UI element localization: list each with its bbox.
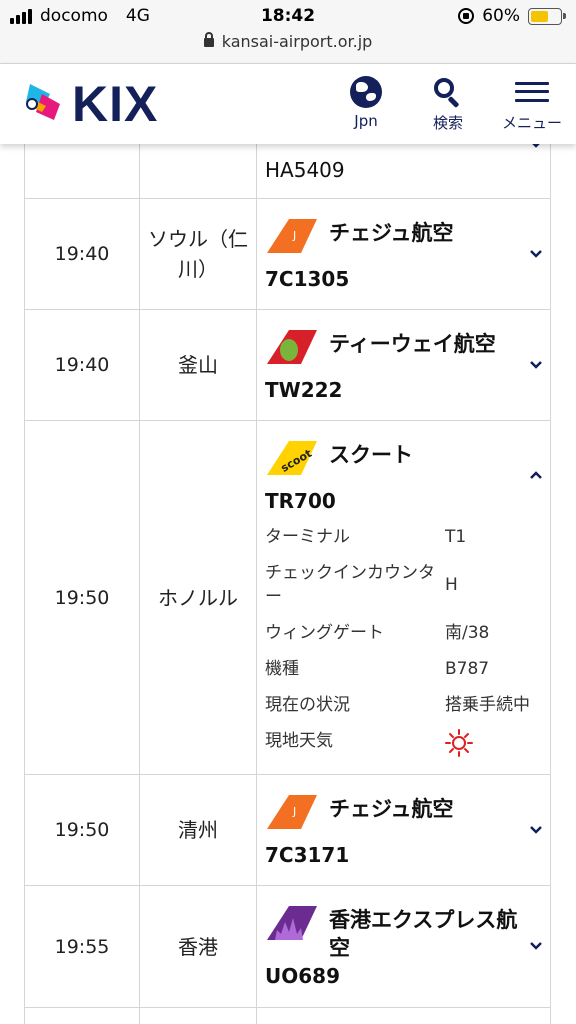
search-label: 検索 (432, 114, 463, 132)
url-text: kansai-airport.or.jp (221, 32, 373, 51)
departure-time: 19:40 (25, 310, 140, 420)
airline-name: チェジュ航空 (329, 221, 454, 245)
detail-row: チェックインカウンター H (265, 561, 555, 609)
detail-value: B787 (445, 659, 490, 679)
destination (140, 144, 257, 198)
departure-time: 19:40 (25, 199, 140, 309)
flight-row[interactable]: 19:55 香港 香港エクスプレス航空 UO689 (24, 886, 551, 1008)
jejuair-tail-icon: J (267, 219, 317, 253)
flight-details: ターミナル T1 チェックインカウンター H ウィングゲート 南/38 機種 B… (265, 525, 555, 769)
scoot-tail-icon: scoot (267, 441, 317, 475)
detail-key: 機種 (265, 659, 299, 679)
padlock-icon (203, 32, 214, 47)
battery-percent: 60% (482, 6, 520, 26)
search-icon (432, 76, 464, 109)
departure-time: 19:50 (25, 775, 140, 885)
airline-name: 香港エクスプレス航空 (329, 908, 518, 960)
language-label: Jpn (354, 112, 378, 130)
departure-time: 19:55 (25, 886, 140, 1007)
detail-key: ウィングゲート (265, 623, 384, 643)
address-bar[interactable]: kansai-airport.or.jp (0, 32, 576, 51)
svg-text:J: J (292, 229, 296, 242)
chevron-up-icon[interactable] (528, 467, 544, 483)
flight-row[interactable]: 19:50 清州 J チェジュ航空 7C3171 (24, 775, 551, 886)
detail-key: 現在の状況 (265, 695, 350, 715)
departures-table: HA5409 19:40 ソウル（仁川） J チェジュ航空 7C1305 19:… (24, 140, 551, 1024)
chevron-down-icon[interactable] (528, 822, 544, 838)
svg-text:J: J (292, 805, 296, 818)
airline-name: チェジュ航空 (329, 797, 454, 821)
chevron-down-icon[interactable] (528, 357, 544, 373)
flight-number: HA5409 (265, 158, 345, 182)
language-button[interactable]: Jpn (350, 76, 382, 130)
airline-name: スクート (329, 443, 413, 467)
flight-number: UO689 (265, 964, 340, 988)
hkexpress-tail-icon (267, 906, 317, 940)
menu-button[interactable]: メニュー (502, 76, 562, 133)
detail-row: ターミナル T1 (265, 525, 555, 549)
flight-row[interactable]: 19:40 ソウル（仁川） J チェジュ航空 7C1305 (24, 199, 551, 310)
tway-tail-icon (267, 330, 317, 364)
chevron-down-icon[interactable] (528, 938, 544, 954)
detail-key: 現地天気 (265, 731, 333, 751)
jejuair-tail-icon: J (267, 795, 317, 829)
site-header: KIX Jpn 検索 メニュー (0, 64, 576, 144)
detail-row: 機種 B787 (265, 657, 555, 681)
flight-number: 7C1305 (265, 267, 350, 291)
departure-time: 19:50 (25, 421, 140, 774)
destination: ソウル（仁川） (140, 199, 257, 309)
flight-row[interactable] (24, 1008, 551, 1024)
menu-label: メニュー (502, 114, 563, 132)
flight-number: TR700 (265, 489, 336, 513)
battery-icon (528, 7, 566, 25)
detail-row: 現地天気 (265, 729, 555, 757)
detail-row: 現在の状況 搭乗手続中 (265, 693, 555, 717)
destination: 釜山 (140, 310, 257, 420)
chevron-down-icon[interactable] (528, 246, 544, 262)
flight-row[interactable]: HA5409 (24, 140, 551, 199)
kix-logo[interactable]: KIX (24, 78, 174, 130)
destination: 香港 (140, 886, 257, 1007)
detail-value: H (445, 575, 458, 595)
rotation-lock-icon (458, 8, 475, 24)
logo-text: KIX (72, 76, 159, 132)
flight-row-expanded[interactable]: 19:50 ホノルル scoot スクート TR700 ターミナル T1 チェッ… (24, 421, 551, 775)
flight-number: TW222 (265, 378, 343, 402)
flight-row[interactable]: 19:40 釜山 ティーウェイ航空 TW222 (24, 310, 551, 421)
status-bar: docomo 4G 18:42 60% kansai-airport.or.jp (0, 0, 576, 64)
globe-icon (350, 76, 382, 108)
flight-number: 7C3171 (265, 843, 350, 867)
search-button[interactable]: 検索 (432, 76, 464, 133)
detail-row: ウィングゲート 南/38 (265, 621, 555, 645)
detail-value: 搭乗手続中 (445, 695, 530, 715)
destination: ホノルル (140, 421, 257, 774)
departure-time (25, 144, 140, 198)
sun-icon (445, 729, 473, 757)
detail-key: ターミナル (265, 527, 350, 547)
airline-name: ティーウェイ航空 (329, 332, 496, 356)
destination: 清州 (140, 775, 257, 885)
detail-value: T1 (445, 527, 467, 547)
detail-key: チェックインカウンター (265, 563, 435, 607)
kix-logo-mark-icon (26, 84, 60, 120)
hamburger-icon (515, 76, 549, 108)
detail-value: 南/38 (445, 623, 490, 643)
